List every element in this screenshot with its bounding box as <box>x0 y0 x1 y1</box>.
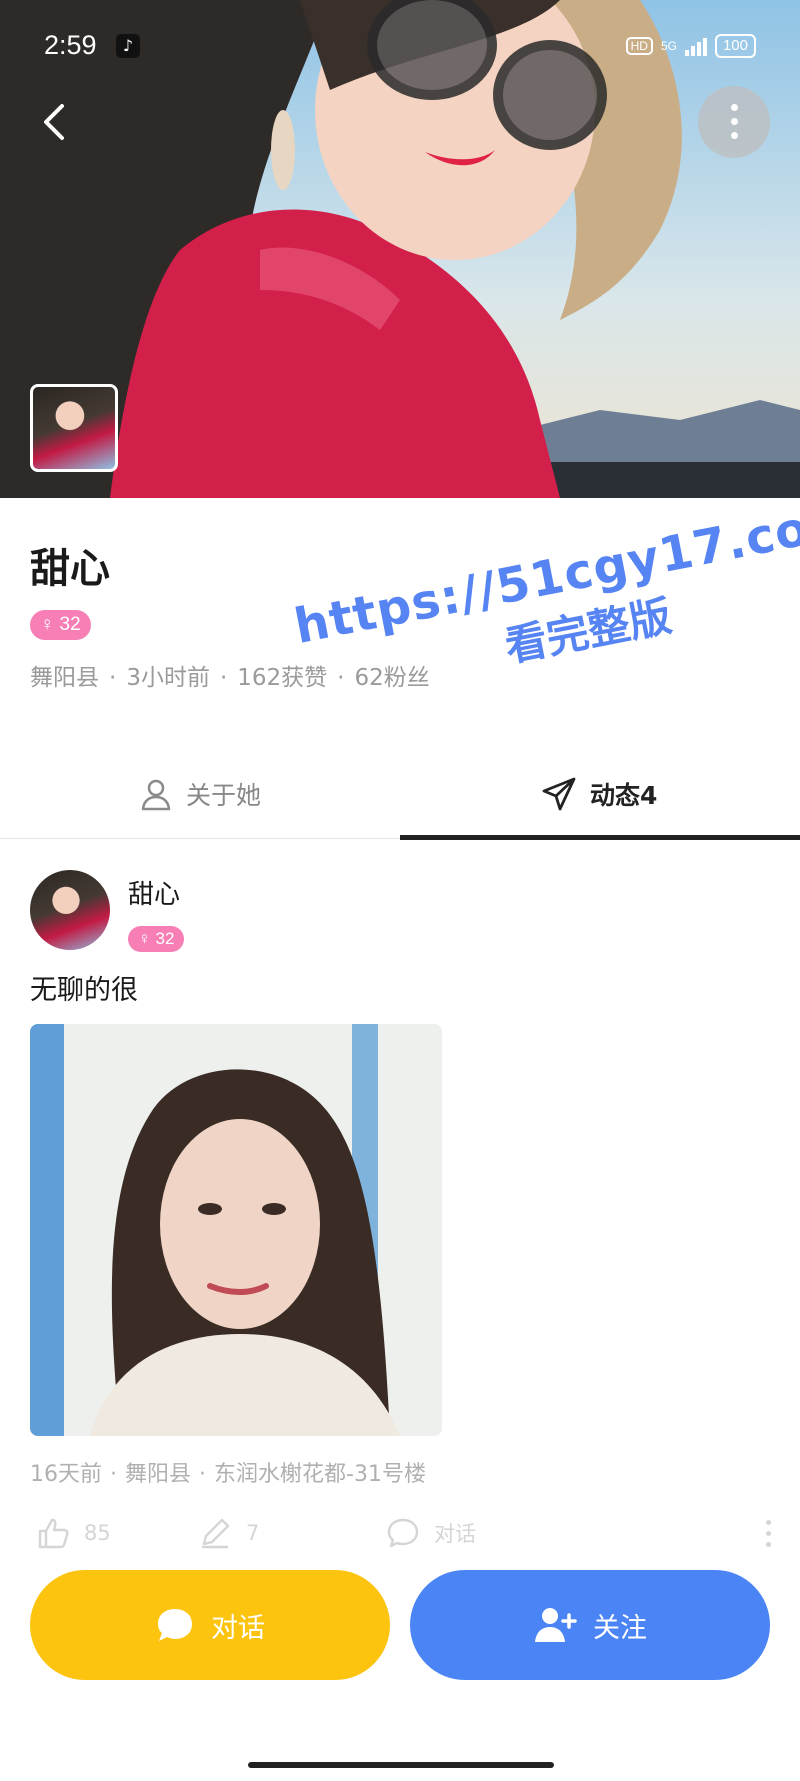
post-chat-button[interactable]: 对话 <box>386 1516 476 1550</box>
status-bar: 2:59 ♪ HD 5G 100 <box>0 0 800 96</box>
age-label: 32 <box>59 614 81 635</box>
more-button[interactable] <box>698 86 770 158</box>
watermark: https://51cgy17.com 看完整版 <box>290 491 800 713</box>
post-actions: 85 7 对话 <box>36 1516 776 1556</box>
post-location: 16天前 · 舞阳县 · 东润水榭花都-31号楼 <box>30 1462 426 1487</box>
chat-bubble-icon <box>387 1518 419 1548</box>
signal-icon <box>684 36 707 56</box>
meta-location: 舞阳县 <box>30 665 99 691</box>
chat-button[interactable]: 对话 <box>30 1570 390 1680</box>
post-photo-illustration <box>30 1024 442 1436</box>
tab-moments[interactable]: 动态4 <box>540 770 657 818</box>
cover-photo: 2:59 ♪ HD 5G 100 <box>0 0 800 498</box>
post-more-icon[interactable] <box>766 1520 772 1553</box>
add-user-icon <box>535 1608 577 1642</box>
chat-bubble-icon <box>158 1609 192 1641</box>
network-label: 5G <box>660 38 677 53</box>
profile-name: 甜心 <box>30 546 110 592</box>
back-button[interactable] <box>34 100 78 144</box>
tab-moments-label: 动态4 <box>590 781 658 810</box>
post-gender-age-badge: ♀ 32 <box>128 926 185 952</box>
status-time: 2:59 <box>44 30 97 60</box>
back-icon <box>44 104 64 140</box>
post-text: 无聊的很 <box>30 975 138 1006</box>
comment-count: 7 <box>246 1521 260 1545</box>
comment-button[interactable]: 7 <box>198 1516 259 1550</box>
post-chat-label: 对话 <box>434 1522 476 1546</box>
post-age-label: 32 <box>155 929 175 948</box>
battery-level: 100 <box>714 34 756 58</box>
follow-button[interactable]: 关注 <box>410 1570 770 1680</box>
active-tab-indicator <box>400 835 800 840</box>
meta-last-active: 3小时前 <box>126 665 210 691</box>
post-address: 东润水榭花都-31号楼 <box>214 1462 426 1487</box>
like-count: 85 <box>84 1521 111 1545</box>
hd-badge: HD <box>625 37 653 55</box>
post-author-avatar[interactable] <box>30 870 110 950</box>
avatar[interactable] <box>30 384 118 472</box>
home-indicator[interactable] <box>248 1762 554 1768</box>
tiktok-icon: ♪ <box>116 34 140 58</box>
status-indicators: HD 5G 100 <box>625 34 756 58</box>
female-icon: ♀ <box>40 614 55 635</box>
post-author-name[interactable]: 甜心 <box>128 874 180 911</box>
gender-age-badge: ♀ 32 <box>30 610 91 640</box>
more-icon <box>731 104 738 111</box>
chat-button-label: 对话 <box>211 1612 265 1644</box>
post-photo[interactable] <box>30 1024 442 1436</box>
edit-icon <box>202 1518 230 1549</box>
follow-button-label: 关注 <box>593 1612 647 1644</box>
send-icon <box>542 777 576 811</box>
person-icon <box>141 779 171 811</box>
female-icon: ♀ <box>138 929 151 948</box>
tab-about-label: 关于她 <box>186 781 262 810</box>
like-icon <box>38 1518 69 1549</box>
like-button[interactable]: 85 <box>36 1516 111 1550</box>
tab-about[interactable]: 关于她 <box>138 770 261 818</box>
post-county: 舞阳县 <box>125 1462 192 1487</box>
post-time: 16天前 <box>30 1462 102 1487</box>
